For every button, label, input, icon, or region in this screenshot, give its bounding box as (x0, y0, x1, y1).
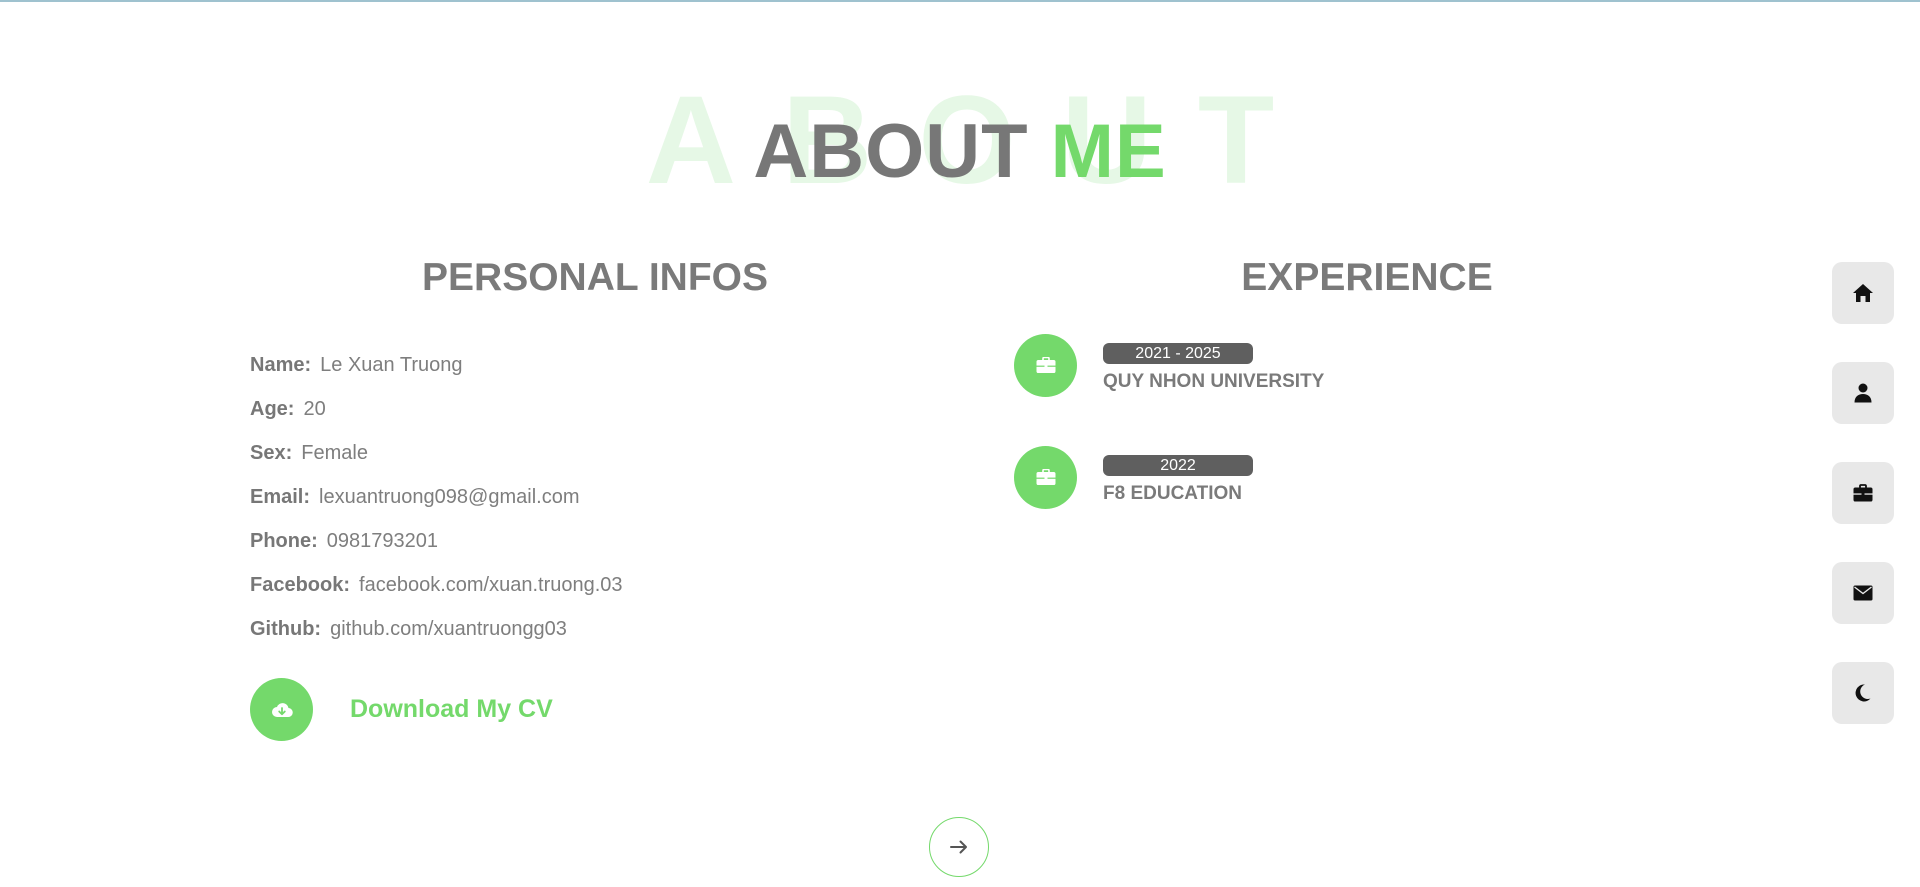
info-value: 20 (303, 398, 326, 420)
envelope-icon (1853, 585, 1873, 601)
experience-years-badge: 2021 - 2025 (1103, 343, 1253, 364)
briefcase-icon (1853, 484, 1873, 502)
page-title-main: ABOUT (753, 109, 1029, 194)
download-cv-button[interactable]: Download My CV (250, 678, 553, 741)
page-title-accent: ME (1050, 109, 1167, 194)
cloud-download-icon (250, 678, 313, 741)
experience-organization: F8 EDUCATION (1103, 483, 1242, 504)
info-key: Phone: (250, 530, 318, 552)
next-page-button[interactable] (929, 817, 989, 877)
info-row-name: Name: Le Xuan Truong (250, 353, 623, 397)
page-title: ABOUT ME (0, 114, 1920, 190)
nav-home-button[interactable] (1832, 262, 1894, 324)
info-key: Name: (250, 354, 312, 376)
arrow-right-icon (950, 840, 967, 854)
info-value: 0981793201 (326, 530, 439, 552)
info-value: Le Xuan Truong (320, 354, 463, 376)
experience-years-badge: 2022 (1103, 455, 1253, 476)
experience-heading: EXPERIENCE (1241, 256, 1493, 299)
info-row-github: Github: github.com/xuantruongg03 (250, 617, 623, 661)
info-row-age: Age: 20 (250, 397, 623, 441)
info-value: lexuantruong098@gmail.com (319, 486, 580, 508)
moon-icon (1855, 684, 1871, 702)
nav-contact-button[interactable] (1832, 562, 1894, 624)
nav-about-button[interactable] (1832, 362, 1894, 424)
download-cv-label: Download My CV (350, 695, 553, 723)
info-row-phone: Phone: 0981793201 (250, 529, 623, 573)
info-value: facebook.com/xuan.truong.03 (359, 574, 623, 596)
theme-toggle-button[interactable] (1832, 662, 1894, 724)
info-row-email: Email: lexuantruong098@gmail.com (250, 485, 623, 529)
personal-info-list: Name: Le Xuan Truong Age: 20 Sex: Female Em… (250, 353, 623, 661)
nav-portfolio-button[interactable] (1832, 462, 1894, 524)
info-key: Facebook: (250, 574, 351, 596)
personal-infos-heading: PERSONAL INFOS (422, 256, 768, 299)
home-icon (1853, 284, 1873, 302)
info-key: Sex: (250, 442, 293, 464)
info-key: Age: (250, 398, 295, 420)
info-row-facebook: Facebook: facebook.com/xuan.truong.03 (250, 573, 623, 617)
info-value: github.com/xuantruongg03 (330, 618, 567, 640)
briefcase-icon (1014, 446, 1077, 509)
top-border-line (0, 0, 1920, 2)
info-key: Github: (250, 618, 322, 640)
info-key: Email: (250, 486, 311, 508)
info-value: Female (301, 442, 368, 464)
info-row-sex: Sex: Female (250, 441, 623, 485)
user-icon (1854, 383, 1872, 403)
briefcase-icon (1014, 334, 1077, 397)
experience-organization: QUY NHON UNIVERSITY (1103, 371, 1325, 392)
